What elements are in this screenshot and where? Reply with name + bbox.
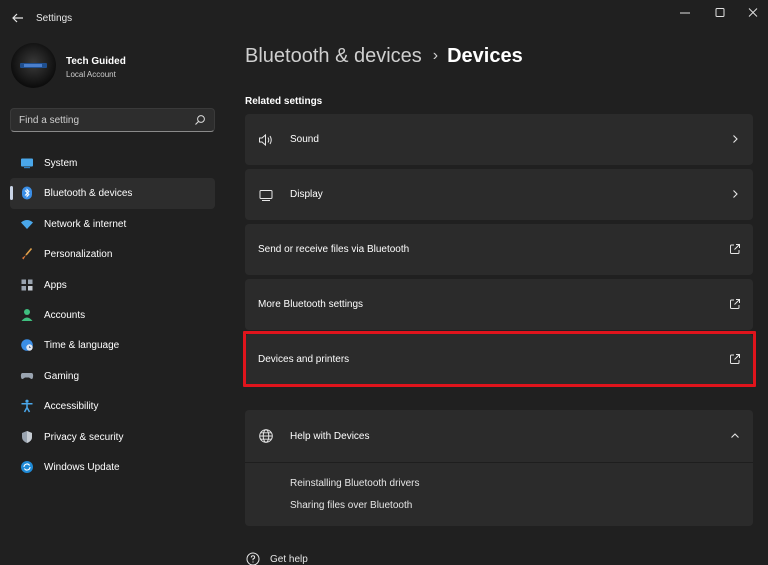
section-title: Related settings — [245, 96, 323, 107]
divider — [245, 462, 753, 463]
help-link-reinstalling-drivers[interactable]: Reinstalling Bluetooth drivers — [290, 478, 420, 489]
globe-clock-icon — [21, 339, 33, 352]
sidebar-item-label: Gaming — [44, 370, 80, 382]
sidebar-item-label: System — [44, 158, 78, 169]
chevron-right-icon — [733, 135, 738, 143]
sidebar-item-personalization[interactable]: Personalization — [10, 239, 215, 269]
help-title: Help with Devices — [290, 431, 370, 442]
breadcrumb: Bluetooth & devices › Devices — [245, 45, 523, 68]
display-card[interactable]: Display — [245, 169, 753, 220]
sidebar-item-apps[interactable]: Apps — [10, 270, 215, 300]
update-icon — [21, 460, 33, 473]
search-box[interactable]: Find a setting — [10, 108, 215, 132]
chevron-right-icon — [733, 190, 738, 198]
sidebar-item-label: Time & language — [44, 340, 120, 352]
user-name: Tech Guided — [66, 56, 126, 67]
avatar[interactable] — [11, 43, 56, 88]
card-label: More Bluetooth settings — [258, 299, 364, 310]
wifi-icon — [21, 219, 33, 229]
help-link-sharing-files[interactable]: Sharing files over Bluetooth — [290, 500, 412, 511]
title-bar: Settings — [0, 0, 768, 36]
minimize-button[interactable] — [670, 4, 700, 22]
send-receive-files-card[interactable]: Send or receive files via Bluetooth — [245, 224, 753, 275]
sidebar-item-accounts[interactable]: Accounts — [10, 300, 215, 330]
sidebar-item-label: Accessibility — [44, 401, 99, 413]
account-type: Local Account — [66, 70, 116, 79]
avatar-logo-highlight — [24, 64, 42, 67]
sidebar-item-network[interactable]: Network & internet — [10, 209, 215, 239]
page-title: Devices — [447, 45, 523, 67]
person-icon — [21, 308, 33, 321]
search-input[interactable]: Find a setting — [19, 115, 79, 126]
speaker-icon — [259, 133, 272, 147]
sidebar-item-windows-update[interactable]: Windows Update — [10, 452, 215, 482]
get-help-label: Get help — [270, 554, 308, 565]
minimize-icon — [680, 12, 690, 14]
sidebar-item-label: Privacy & security — [44, 431, 124, 443]
sidebar-item-label: Windows Update — [44, 461, 120, 473]
apps-icon — [21, 279, 33, 291]
monitor-icon — [259, 190, 273, 201]
sidebar-item-privacy-security[interactable]: Privacy & security — [10, 422, 215, 452]
sidebar-item-gaming[interactable]: Gaming — [10, 361, 215, 391]
close-icon — [748, 8, 758, 17]
brush-icon — [22, 248, 33, 260]
search-icon[interactable] — [194, 114, 206, 126]
help-with-devices-card: Help with Devices Reinstalling Bluetooth… — [245, 410, 753, 526]
card-label: Send or receive files via Bluetooth — [258, 244, 410, 255]
maximize-button[interactable] — [705, 4, 735, 22]
sidebar-item-system[interactable]: System — [10, 148, 215, 178]
sidebar-item-accessibility[interactable]: Accessibility — [10, 391, 215, 421]
card-label: Display — [290, 189, 323, 200]
sidebar-item-label: Apps — [44, 279, 67, 291]
open-external-icon — [730, 299, 740, 309]
help-header[interactable]: Help with Devices — [245, 410, 753, 462]
accessibility-icon — [21, 399, 33, 413]
arrow-left-icon — [12, 13, 23, 23]
bluetooth-icon — [22, 186, 32, 200]
breadcrumb-parent[interactable]: Bluetooth & devices — [245, 45, 422, 67]
active-indicator — [10, 186, 13, 201]
back-button[interactable] — [8, 8, 28, 28]
sidebar-item-label: Personalization — [44, 249, 113, 261]
sound-card[interactable]: Sound — [245, 114, 753, 165]
card-label: Sound — [290, 134, 319, 145]
help-chat-icon — [246, 552, 260, 565]
open-external-icon — [730, 244, 740, 254]
gamepad-icon — [20, 372, 34, 379]
sidebar-item-bluetooth-devices[interactable]: Bluetooth & devices — [10, 178, 215, 209]
app-title: Settings — [36, 13, 73, 24]
sidebar-item-label: Network & internet — [44, 218, 127, 230]
shield-icon — [22, 430, 32, 443]
globe-icon — [259, 429, 273, 443]
sidebar-item-label: Bluetooth & devices — [44, 188, 133, 200]
close-button[interactable] — [738, 4, 768, 22]
highlight-box — [243, 331, 756, 387]
maximize-icon — [715, 8, 725, 17]
system-icon — [21, 158, 33, 169]
chevron-right-icon: › — [432, 47, 439, 64]
chevron-up-icon[interactable] — [729, 430, 741, 442]
sidebar-item-time-language[interactable]: Time & language — [10, 330, 215, 360]
sidebar-nav: System Bluetooth & devices Network & int… — [10, 148, 215, 482]
sidebar-item-label: Accounts — [44, 309, 86, 321]
more-bluetooth-settings-card[interactable]: More Bluetooth settings — [245, 279, 753, 330]
